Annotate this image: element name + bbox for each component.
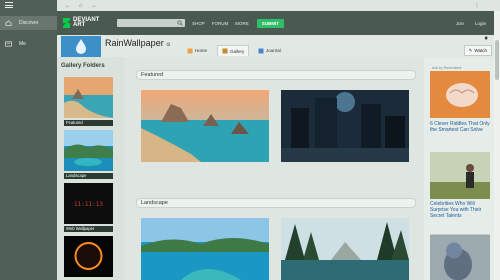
folder-landscape[interactable]: Landscape xyxy=(64,130,113,179)
profile-header: RainWallpaper ⊙ Home Gallery Journal ♦ ✎… xyxy=(57,35,494,57)
tab-journal[interactable]: Journal xyxy=(254,45,285,56)
ad-source-label: Ads by Revcontent xyxy=(432,66,462,70)
water-drop-icon xyxy=(76,39,86,54)
svg-text:11:11:13: 11:11:13 xyxy=(74,201,103,208)
app-sidebar: Discover Me xyxy=(0,0,57,280)
home-icon xyxy=(187,48,193,53)
artwork-beach-cliffs[interactable] xyxy=(141,90,269,162)
home-nav-icon[interactable]: ⌂ xyxy=(79,3,83,9)
section-title: Landscape xyxy=(141,200,168,206)
ad-image-brain[interactable] xyxy=(430,71,490,118)
artwork-forest-lake[interactable] xyxy=(281,218,409,280)
watch-button[interactable]: ✎ Watch xyxy=(463,45,492,56)
logo-text-line2: ART xyxy=(73,22,86,28)
sidebar-item-discover[interactable]: Discover xyxy=(0,16,57,30)
back-arrow-icon[interactable]: ← xyxy=(65,3,71,9)
username[interactable]: RainWallpaper ⊙ xyxy=(105,38,170,48)
user-badge-icon: ⊙ xyxy=(166,42,171,48)
tab-gallery[interactable]: Gallery xyxy=(217,45,250,56)
watch-figure-icon: ♦ xyxy=(484,35,488,42)
journal-icon xyxy=(258,48,264,53)
scrollbar-thumb[interactable] xyxy=(495,40,499,80)
hamburger-menu-icon[interactable] xyxy=(5,2,13,8)
site-header: DEVIANT ART SHOP FORUM MORE SUBMIT Join … xyxy=(57,11,494,35)
folder-thumbnail xyxy=(64,236,113,277)
watch-label: Watch xyxy=(474,48,487,53)
artwork-night-city[interactable] xyxy=(281,90,409,162)
tab-label: Gallery xyxy=(230,48,245,54)
home-icon xyxy=(5,20,12,26)
browser-toolbar: ← ⌂ → ⋮ xyxy=(57,0,500,11)
watch-icon: ✎ xyxy=(468,47,473,53)
join-link[interactable]: Join xyxy=(456,21,464,26)
forward-arrow-icon[interactable]: → xyxy=(91,3,97,9)
folder-thumbnail xyxy=(64,130,113,171)
sidebar-item-label: Discover xyxy=(19,20,39,26)
ad-headline[interactable]: 6 Clever Riddles That Only the Smartest … xyxy=(430,121,492,133)
section-featured[interactable]: Featured xyxy=(136,70,416,80)
nav-forum[interactable]: FORUM xyxy=(212,21,229,26)
folder-thumbnail xyxy=(64,77,113,118)
search-icon[interactable] xyxy=(177,20,183,26)
folder-web-wallpaper[interactable]: 11:11:13 Web Wallpaper xyxy=(64,183,113,232)
avatar[interactable] xyxy=(61,36,101,57)
tab-home[interactable]: Home xyxy=(183,45,211,56)
submit-button[interactable]: SUBMIT xyxy=(256,18,285,28)
gallery-folders-title: Gallery Folders xyxy=(61,63,105,69)
card-icon xyxy=(5,41,12,47)
section-title: Featured xyxy=(141,72,164,78)
nav-more[interactable]: MORE xyxy=(235,21,249,26)
sidebar-item-label: Me xyxy=(19,41,26,47)
folder-label: Landscape xyxy=(64,173,113,179)
section-landscape[interactable]: Landscape xyxy=(136,198,416,208)
tab-label: Home xyxy=(195,48,208,53)
folder-thumbnail: 11:11:13 xyxy=(64,183,113,224)
sidebar-item-me[interactable]: Me xyxy=(0,37,57,51)
gallery-icon xyxy=(222,48,228,54)
deviantart-logo[interactable]: DEVIANT ART xyxy=(62,17,112,29)
ad-image-bird[interactable] xyxy=(430,234,490,280)
folder-space[interactable] xyxy=(64,236,113,279)
folder-label: Featured xyxy=(64,120,113,126)
artwork-lagoon[interactable] xyxy=(141,218,269,280)
tab-label: Journal xyxy=(266,48,281,53)
nav-shop[interactable]: SHOP xyxy=(192,21,205,26)
search-input[interactable] xyxy=(117,19,185,27)
folder-featured[interactable]: Featured xyxy=(64,77,113,126)
ad-headline[interactable]: Celebrities Who Will Surprise You with T… xyxy=(430,201,492,219)
ad-image-celebrity[interactable] xyxy=(430,152,490,199)
login-link[interactable]: Login xyxy=(475,21,486,26)
folder-label: Web Wallpaper xyxy=(64,226,113,232)
deviantart-logo-icon xyxy=(63,18,70,28)
more-options-icon[interactable]: ⋮ xyxy=(474,2,480,9)
